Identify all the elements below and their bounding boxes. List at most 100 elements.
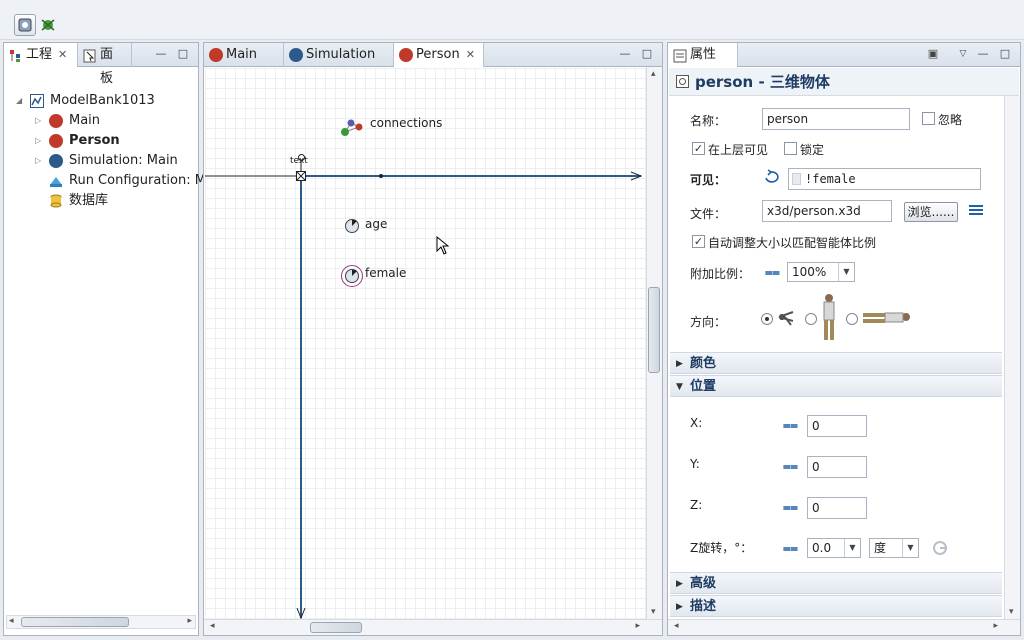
pin-icon[interactable]: ▣ — [926, 47, 940, 61]
static-value-icon[interactable]: ⩵ — [765, 266, 780, 279]
project-tabbar: 工程 ✕ 面板 — □ — [4, 43, 198, 86]
minimize-icon[interactable]: — — [618, 47, 632, 61]
parameter-icon[interactable] — [344, 218, 360, 234]
browse-button[interactable]: 浏览...... — [904, 202, 958, 222]
text-element[interactable]: text — [290, 156, 308, 166]
close-icon[interactable]: ✕ — [58, 48, 67, 61]
direction-radio-standing[interactable] — [805, 313, 817, 325]
list-menu-button[interactable] — [969, 204, 983, 216]
autosize-checkbox[interactable]: ✓ — [692, 235, 705, 248]
visible-upper-level-checkbox[interactable]: ✓ — [692, 142, 705, 155]
y-field[interactable]: 0 — [807, 456, 867, 478]
parameter-icon — [345, 269, 359, 283]
canvas-axes — [205, 160, 643, 620]
x-label: X: — [690, 416, 703, 430]
connections-label[interactable]: connections — [370, 116, 442, 130]
person-standing-icon — [823, 294, 835, 340]
scale-combobox[interactable]: 100% ▼ — [787, 262, 855, 282]
direction-radio-lying[interactable] — [846, 313, 858, 325]
scroll-down-icon[interactable]: ▾ — [1009, 607, 1014, 617]
collapsed-arrow-icon: ▶ — [676, 579, 683, 589]
static-value-icon[interactable]: ⩵ — [783, 501, 798, 514]
view-menu-icon[interactable]: ▽ — [956, 47, 970, 61]
z-rotation-combobox[interactable]: 0.0 ▼ — [807, 538, 861, 558]
connections-icon[interactable] — [339, 118, 365, 138]
scroll-right-icon[interactable]: ▸ — [635, 621, 640, 631]
scroll-thumb[interactable] — [648, 287, 660, 373]
tree-item-label: Simulation: Main — [69, 153, 178, 168]
run-configuration-icon — [49, 174, 63, 188]
scroll-right-icon[interactable]: ▸ — [993, 621, 998, 631]
mouse-cursor-icon — [436, 236, 450, 255]
z-rotation-unit-combobox[interactable]: 度 ▼ — [869, 538, 919, 558]
minimize-icon[interactable]: — — [154, 47, 168, 61]
scroll-down-icon[interactable]: ▾ — [651, 607, 656, 617]
canvas-horizontal-scrollbar[interactable]: ◂ ▸ — [204, 619, 662, 635]
tab-palette[interactable]: 面板 — [78, 43, 132, 86]
properties-tabbar: 属性✕ ▣ ▽ — □ — [668, 43, 1020, 85]
main-toolbar — [0, 8, 1024, 40]
visible-expression-field[interactable]: !female — [788, 168, 981, 190]
database-icon — [49, 194, 63, 208]
scroll-left-icon[interactable]: ◂ — [210, 621, 215, 631]
static-value-icon[interactable]: ⩵ — [783, 419, 798, 432]
dynamic-value-toggle[interactable] — [763, 169, 781, 185]
person-top-view-icon — [778, 311, 794, 326]
scroll-left-icon[interactable]: ◂ — [674, 621, 679, 631]
x-field[interactable]: 0 — [807, 415, 867, 437]
properties-title: person - 三维物体 — [669, 68, 1019, 96]
maximize-icon[interactable]: □ — [640, 47, 654, 61]
canvas-vertical-scrollbar[interactable]: ▴ ▾ — [646, 67, 662, 619]
chevron-down-icon[interactable]: ▼ — [902, 539, 918, 557]
z-label: Z: — [690, 498, 703, 512]
expanded-arrow-icon[interactable]: ◢ — [16, 91, 22, 111]
scroll-up-icon[interactable]: ▴ — [651, 69, 656, 79]
static-value-icon[interactable]: ⩵ — [783, 542, 798, 555]
parameter-female-label[interactable]: female — [365, 266, 406, 280]
agent-icon — [49, 134, 63, 148]
properties-horizontal-scrollbar[interactable]: ◂ ▸ — [668, 619, 1020, 635]
scroll-thumb[interactable] — [310, 622, 362, 633]
collapsed-arrow-icon[interactable]: ▷ — [35, 131, 41, 151]
file-label: 文件： — [690, 207, 727, 221]
person-3d-object[interactable] — [296, 171, 306, 181]
static-value-icon[interactable]: ⩵ — [783, 460, 798, 473]
properties-vertical-scrollbar[interactable]: ▾ — [1004, 96, 1020, 619]
z-field[interactable]: 0 — [807, 497, 867, 519]
properties-panel: 属性✕ ▣ ▽ — □ person - 三维物体 名称： person 忽略 … — [667, 42, 1021, 636]
name-field[interactable]: person — [762, 108, 910, 130]
maximize-icon[interactable]: □ — [998, 47, 1012, 61]
horizontal-scrollbar[interactable]: ◂ ▸ — [6, 615, 196, 629]
ignore-checkbox[interactable] — [922, 112, 935, 125]
scale-label: 附加比例： — [690, 267, 751, 281]
minimize-icon[interactable]: — — [976, 47, 990, 61]
chevron-down-icon[interactable]: ▼ — [844, 539, 860, 557]
collapsed-arrow-icon[interactable]: ▷ — [35, 151, 41, 171]
lock-checkbox[interactable] — [784, 142, 797, 155]
scroll-left-icon[interactable]: ◂ — [9, 616, 14, 626]
parameter-selection-ring[interactable] — [341, 265, 363, 287]
scroll-right-icon[interactable]: ▸ — [187, 616, 192, 626]
chevron-down-icon[interactable]: ▼ — [838, 263, 854, 281]
maximize-icon[interactable]: □ — [176, 47, 190, 61]
model-button[interactable] — [14, 14, 36, 36]
section-advanced[interactable]: ▶ 高级 — [670, 572, 1002, 594]
tab-project[interactable]: 工程 ✕ — [4, 43, 78, 67]
collapsed-arrow-icon[interactable]: ▷ — [35, 111, 41, 131]
close-icon[interactable]: ✕ — [466, 48, 475, 61]
file-field[interactable]: x3d/person.x3d — [762, 200, 892, 222]
rotate-button[interactable] — [931, 540, 949, 556]
section-position[interactable]: ▼ 位置 — [670, 375, 1002, 397]
scroll-thumb[interactable] — [21, 617, 129, 627]
agent-diagram-canvas[interactable]: text connections age female — [205, 68, 649, 628]
tab-properties[interactable]: 属性✕ — [668, 43, 738, 85]
direction-radio-top-view[interactable] — [761, 313, 773, 325]
debug-button[interactable] — [38, 14, 60, 36]
tab-simulation[interactable]: Simulation — [284, 43, 394, 67]
tab-main[interactable]: Main — [204, 43, 284, 67]
parameter-age-label[interactable]: age — [365, 217, 387, 231]
menu-strip — [0, 0, 1024, 8]
section-color[interactable]: ▶ 颜色 — [670, 352, 1002, 374]
section-description[interactable]: ▶ 描述 — [670, 595, 1002, 617]
tab-person[interactable]: Person ✕ — [394, 43, 484, 67]
